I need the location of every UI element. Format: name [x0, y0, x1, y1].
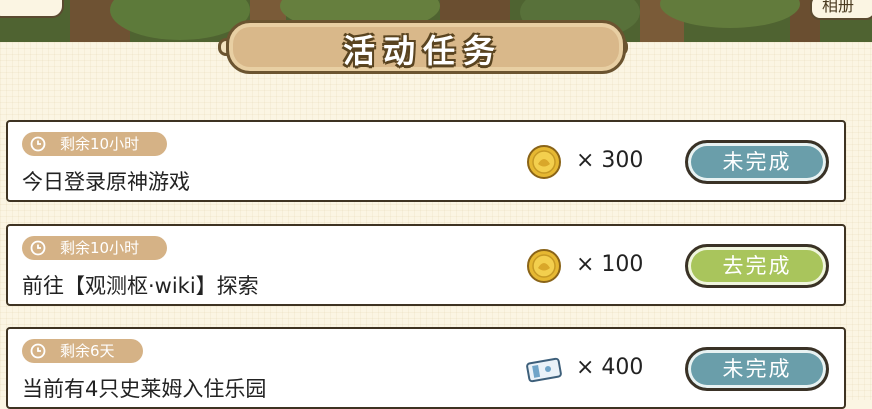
time-remaining-badge: 剩余10小时: [22, 132, 168, 156]
clock-icon: [30, 136, 46, 152]
reward-count: × 100: [576, 252, 644, 277]
reward-count: × 400: [576, 355, 644, 380]
ticket-icon: [526, 357, 562, 383]
clock-icon: [30, 240, 46, 256]
time-remaining-badge: 剩余6天: [22, 339, 143, 363]
task-name: 前往【观测枢·wiki】探索: [22, 274, 259, 298]
time-remaining-text: 剩余10小时: [60, 239, 140, 257]
task-name: 当前有4只史莱姆入住乐园: [22, 377, 267, 401]
title-banner: 活动任务: [218, 18, 628, 74]
time-remaining-text: 剩余10小时: [60, 135, 140, 153]
time-remaining-text: 剩余6天: [60, 342, 115, 360]
task-card: 剩余6天 当前有4只史莱姆入住乐园 × 400 未完成: [6, 327, 846, 409]
clock-icon: [30, 343, 46, 359]
task-name: 今日登录原神游戏: [22, 170, 190, 194]
coin-icon: [527, 249, 561, 283]
coin-icon: [527, 145, 561, 179]
back-button[interactable]: [0, 0, 64, 18]
reward-count: × 300: [576, 148, 644, 173]
task-status-button[interactable]: 未完成: [685, 140, 829, 184]
task-card: 剩余10小时 今日登录原神游戏 × 300 未完成: [6, 120, 846, 202]
page-title: 活动任务: [342, 32, 503, 70]
go-complete-button[interactable]: 去完成: [685, 244, 829, 288]
album-button[interactable]: 相册: [810, 0, 872, 20]
task-card: 剩余10小时 前往【观测枢·wiki】探索 × 100 去完成: [6, 224, 846, 306]
task-status-button[interactable]: 未完成: [685, 347, 829, 391]
album-label: 相册: [822, 0, 855, 15]
time-remaining-badge: 剩余10小时: [22, 236, 168, 260]
